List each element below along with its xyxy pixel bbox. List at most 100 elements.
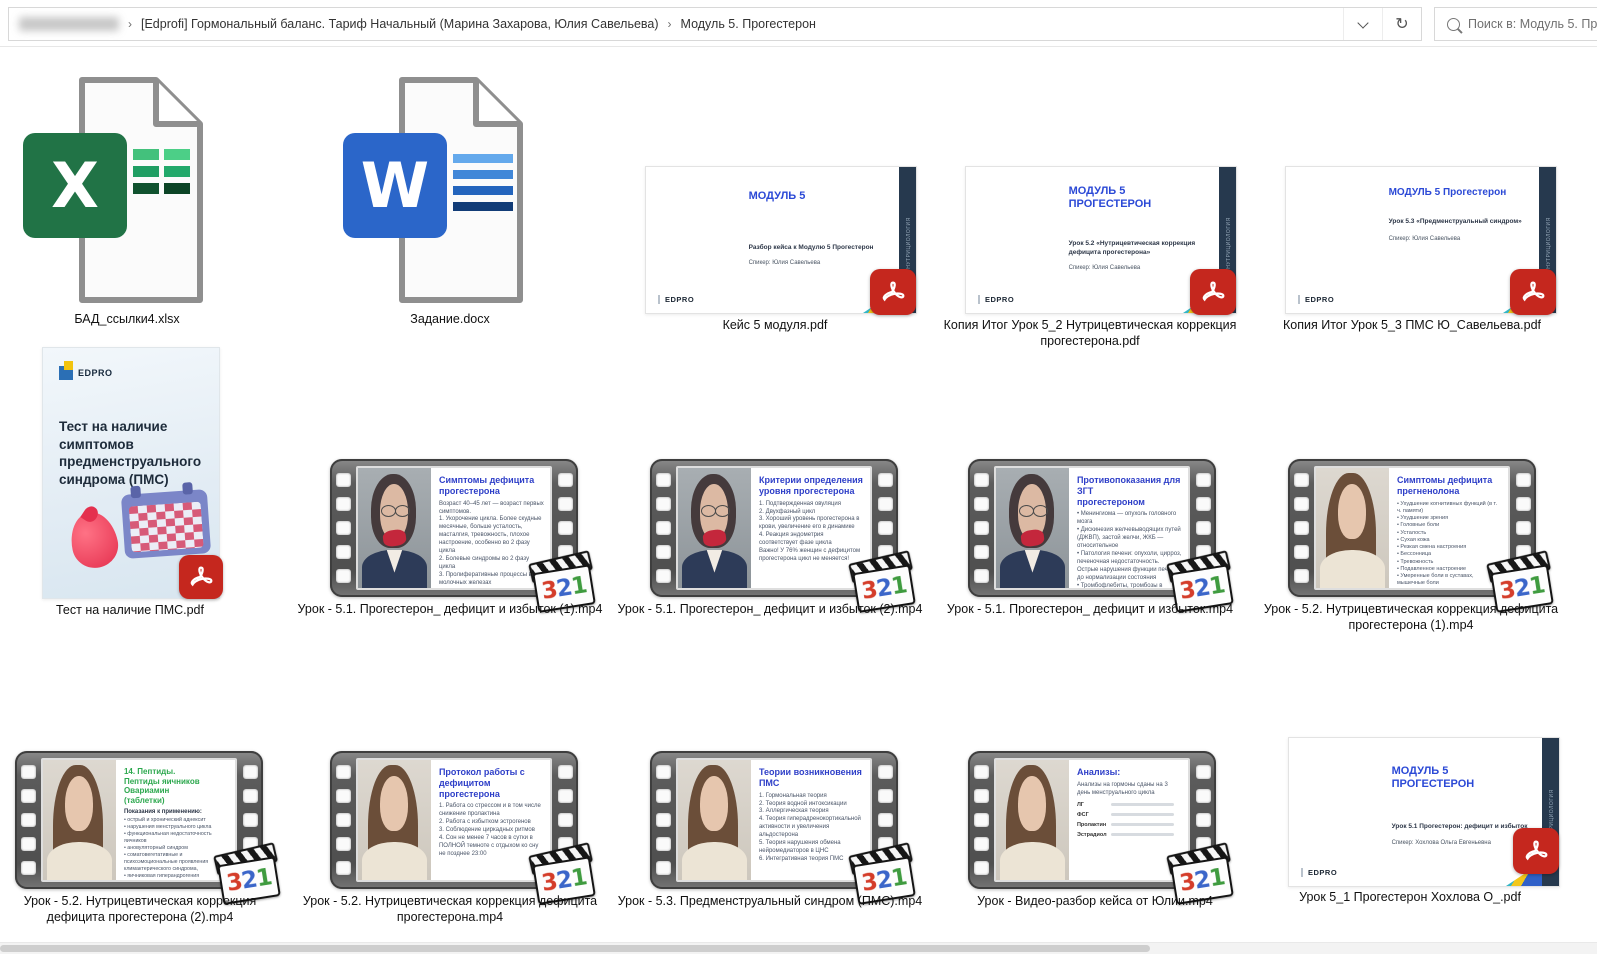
pdf-thumbnail[interactable]: МОДУЛЬ 5 ПРОГЕСТЕРОН Урок 5.1 Прогестеро… bbox=[1288, 737, 1560, 887]
speaker-photo bbox=[43, 760, 116, 880]
slide-body: 1. Подтвержденная овуляция 2. Двухфазный… bbox=[759, 501, 864, 564]
search-box[interactable]: Поиск в: Модуль 5. Пр bbox=[1434, 7, 1597, 41]
edpro-logo: EDPRO bbox=[59, 366, 113, 380]
file-name[interactable]: Задание.docx bbox=[340, 311, 560, 327]
file-name[interactable]: Кейс 5 модуля.pdf bbox=[635, 317, 915, 333]
slide-body: • Менингиома — опухоль головного мозга •… bbox=[1077, 511, 1182, 588]
slide-heading: Симптомы дефицита прегненолона bbox=[1397, 475, 1502, 497]
file-name[interactable]: Урок - Видео-разбор кейса от Юлии.mp4 bbox=[935, 893, 1255, 909]
video-thumbnail[interactable]: Теории возникновения ПМС 1. Гормональная… bbox=[650, 751, 898, 889]
file-icon-docx[interactable]: W bbox=[368, 76, 526, 304]
pdf-thumbnail[interactable]: МОДУЛЬ 5 ПРОГЕСТЕРОН Урок 5.2 «Нутрицевт… bbox=[965, 166, 1237, 314]
video-thumbnail[interactable]: Анализы: Анализы на гормоны сданы на 3 д… bbox=[968, 751, 1216, 889]
breadcrumb-separator-icon: › bbox=[128, 17, 132, 31]
pdf-thumbnail[interactable]: EDPRO Тест на наличие симптомов предменс… bbox=[42, 347, 220, 599]
scrollbar-thumb[interactable] bbox=[0, 945, 1150, 952]
video-thumbnail[interactable]: Критерии определения уровня прогестерона… bbox=[650, 459, 898, 597]
breadcrumb-item-module[interactable]: Модуль 5. Прогестерон bbox=[681, 17, 816, 31]
video-frame: Критерии определения уровня прогестерона… bbox=[676, 466, 872, 590]
pdf-thumbnail[interactable]: МОДУЛЬ 5 Прогестерон Урок 5.3 «Предменст… bbox=[1285, 166, 1557, 314]
excel-sheet-lines-icon bbox=[133, 149, 191, 200]
video-thumbnail[interactable]: 14. Пептиды. Пептиды яичников Овариамин … bbox=[15, 751, 263, 889]
excel-app-icon: X bbox=[23, 133, 127, 238]
word-text-lines-icon bbox=[453, 154, 511, 218]
speaker-photo bbox=[678, 760, 751, 880]
lab-results-table: ЛГ ФСГ Пролактин Эстрадиол bbox=[1077, 802, 1182, 838]
slide-body: Возраст 40–45 лет — возраст первых симпт… bbox=[439, 501, 544, 588]
film-sprocket-holes bbox=[650, 751, 676, 889]
pdf-acrobat-icon bbox=[1190, 269, 1236, 315]
pdf-acrobat-icon bbox=[870, 269, 916, 315]
horizontal-scrollbar[interactable] bbox=[0, 942, 1597, 954]
slide-heading: Критерии определения уровня прогестерона bbox=[759, 475, 864, 497]
slide-body: 1. Работа со стрессом и в том числе сниж… bbox=[439, 803, 544, 858]
film-sprocket-holes bbox=[968, 459, 994, 597]
edpro-logo: EDPRO bbox=[1298, 295, 1334, 304]
video-frame: Теории возникновения ПМС 1. Гормональная… bbox=[676, 758, 872, 882]
poster-title: Тест на наличие симптомов предменструаль… bbox=[59, 418, 201, 488]
video-thumbnail[interactable]: Симптомы дефицита прегненолона • Ухудшен… bbox=[1288, 459, 1536, 597]
slide-speaker: Спикер: Хохлова Ольга Евгеньевна bbox=[1392, 840, 1491, 846]
file-name[interactable]: БАД_ссылки4.xlsx bbox=[17, 311, 237, 327]
slide-body: Анализы на гормоны сданы на 3 день менст… bbox=[1077, 782, 1182, 798]
speaker-photo bbox=[678, 468, 751, 588]
edpro-logo: EDPRO bbox=[1301, 868, 1337, 877]
file-name[interactable]: Урок - 5.3. Предменструальный синдром (П… bbox=[615, 893, 925, 909]
search-icon bbox=[1447, 18, 1460, 31]
slide-heading: Теории возникновения ПМС bbox=[759, 767, 864, 789]
video-frame: Протокол работы с дефицитом прогестерона… bbox=[356, 758, 552, 882]
slide-subtitle: Урок 5.3 «Предменструальный синдром» bbox=[1389, 217, 1522, 226]
file-name[interactable]: Копия Итог Урок 5_2 Нутрицевтическая кор… bbox=[940, 317, 1240, 350]
slide-title: МОДУЛЬ 5 Прогестерон bbox=[1389, 187, 1507, 200]
video-frame: Симптомы дефицита прогестерона Возраст 4… bbox=[356, 466, 552, 590]
slide-speaker: Спикер: Юлия Савельева bbox=[749, 260, 821, 266]
video-thumbnail[interactable]: Симптомы дефицита прогестерона Возраст 4… bbox=[330, 459, 578, 597]
file-name[interactable]: Урок - 5.2. Нутрицевтическая коррекция д… bbox=[1253, 601, 1569, 634]
slide-subtitle: Урок 5.2 «Нутрицевтическая коррекция деф… bbox=[1069, 239, 1196, 257]
video-thumbnail[interactable]: Противопоказания для ЗГТ прогестероном •… bbox=[968, 459, 1216, 597]
slide-body: • острый и хронический аднексит • наруше… bbox=[124, 817, 229, 880]
film-sprocket-holes bbox=[330, 751, 356, 889]
film-sprocket-holes bbox=[15, 751, 41, 889]
video-frame: 14. Пептиды. Пептиды яичников Овариамин … bbox=[41, 758, 237, 882]
refresh-icon: ↻ bbox=[1395, 14, 1408, 34]
refresh-button[interactable]: ↻ bbox=[1382, 8, 1421, 40]
edpro-logo: EDPRO bbox=[978, 295, 1014, 304]
slide-title: МОДУЛЬ 5 bbox=[749, 190, 806, 204]
file-name[interactable]: Урок - 5.2. Нутрицевтическая коррекция д… bbox=[295, 893, 605, 926]
film-sprocket-holes bbox=[968, 751, 994, 889]
film-sprocket-holes bbox=[330, 459, 356, 597]
address-bar[interactable]: › [Edprofi] Гормональный баланс. Тариф Н… bbox=[8, 7, 1422, 41]
breadcrumb-item-blurred[interactable] bbox=[19, 17, 119, 31]
edpro-logo-icon bbox=[59, 366, 73, 380]
file-icon-xlsx[interactable]: X bbox=[48, 76, 206, 304]
speaker-photo bbox=[996, 468, 1069, 588]
file-explorer-window: › [Edprofi] Гормональный баланс. Тариф Н… bbox=[0, 0, 1597, 954]
film-sprocket-holes bbox=[650, 459, 676, 597]
file-name[interactable]: Урок 5_1 Прогестерон Хохлова О_.pdf bbox=[1260, 889, 1560, 905]
file-name[interactable]: Тест на наличие ПМС.pdf bbox=[0, 602, 260, 618]
address-dropdown-button[interactable] bbox=[1343, 8, 1382, 40]
speaker-photo bbox=[996, 760, 1069, 880]
pdf-thumbnail[interactable]: МОДУЛЬ 5 Разбор кейса к Модулю 5 Прогест… bbox=[645, 166, 917, 314]
word-app-icon: W bbox=[343, 133, 447, 238]
file-name[interactable]: Урок - 5.1. Прогестерон_ дефицит и избыт… bbox=[615, 601, 925, 617]
video-thumbnail[interactable]: Протокол работы с дефицитом прогестерона… bbox=[330, 751, 578, 889]
breadcrumb-separator-icon: › bbox=[668, 17, 672, 31]
slide-heading: Симптомы дефицита прогестерона bbox=[439, 475, 544, 497]
pdf-acrobat-icon bbox=[1513, 828, 1559, 874]
breadcrumb-item-course[interactable]: [Edprofi] Гормональный баланс. Тариф Нач… bbox=[141, 17, 659, 31]
file-name[interactable]: Копия Итог Урок 5_3 ПМС Ю_Савельева.pdf bbox=[1252, 317, 1572, 333]
edpro-logo: EDPRO bbox=[658, 295, 694, 304]
slide-heading: Анализы: bbox=[1077, 767, 1182, 778]
speaker-photo bbox=[358, 468, 431, 588]
file-name[interactable]: Урок - 5.1. Прогестерон_ дефицит и избыт… bbox=[295, 601, 605, 617]
file-name[interactable]: Урок - 5.1. Прогестерон_ дефицит и избыт… bbox=[935, 601, 1245, 617]
blood-drop-illustration bbox=[66, 508, 123, 572]
speaker-photo bbox=[358, 760, 431, 880]
slide-speaker: Спикер: Юлия Савельева bbox=[1389, 236, 1461, 242]
film-sprocket-holes bbox=[1288, 459, 1314, 597]
slide-heading: Противопоказания для ЗГТ прогестероном bbox=[1077, 475, 1182, 507]
file-name[interactable]: Урок - 5.2. Нутрицевтическая коррекция д… bbox=[0, 893, 280, 926]
slide-subheading: Показания к применению: bbox=[124, 809, 229, 815]
